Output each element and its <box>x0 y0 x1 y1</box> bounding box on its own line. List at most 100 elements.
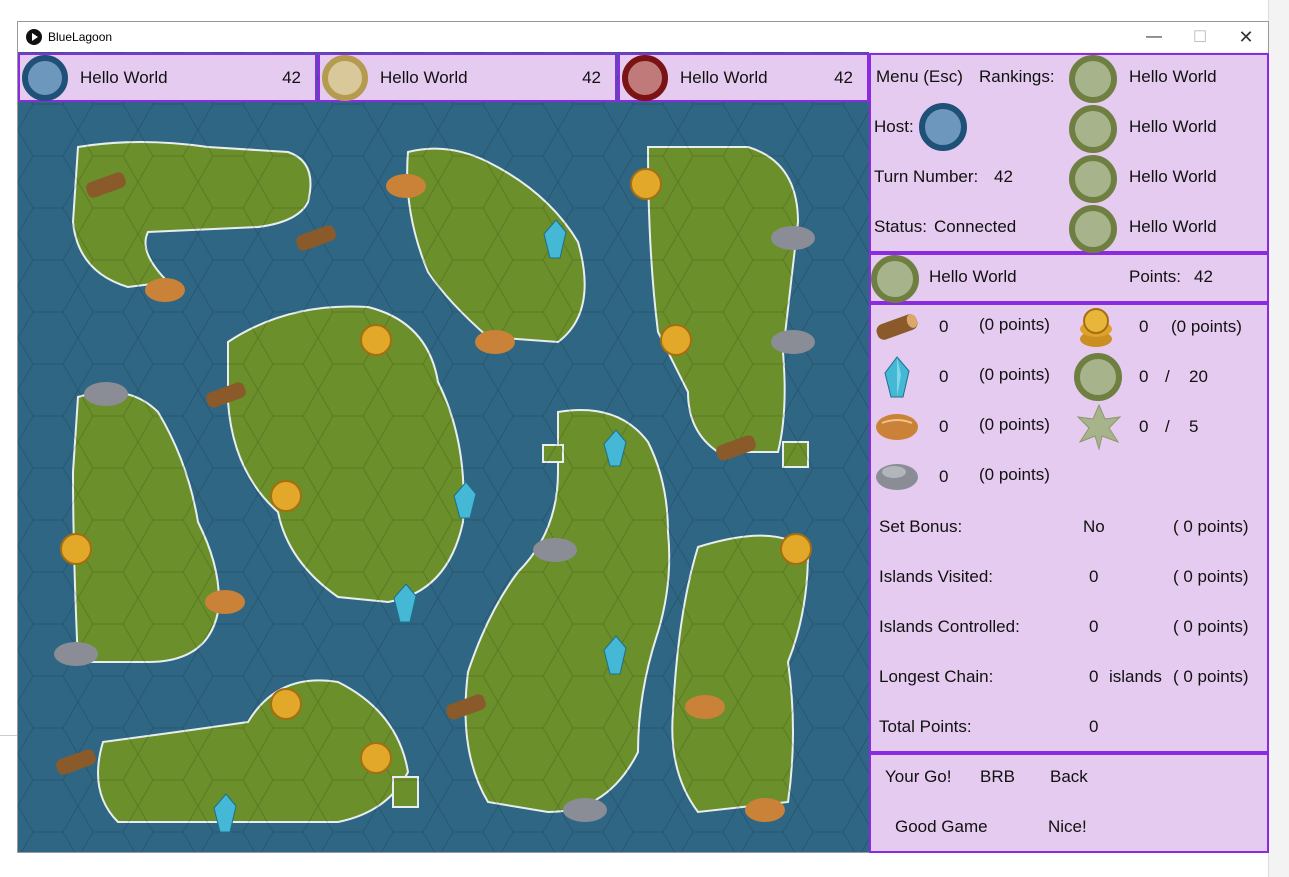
player-1-score: 42 <box>282 67 301 87</box>
player-card-3: Hello World 42 <box>618 53 869 102</box>
statuette-icon <box>884 356 910 398</box>
ranking-2-avatar <box>1069 105 1117 153</box>
ranking-4-avatar <box>1069 205 1117 253</box>
current-player-name: Hello World <box>929 267 1017 286</box>
village-icon <box>1076 403 1122 451</box>
coconut-icon <box>660 324 692 356</box>
coconut-icon <box>60 533 92 565</box>
rankings-label: Rankings: <box>979 67 1055 86</box>
points-value: 42 <box>1194 267 1213 286</box>
bamboo-icon <box>685 695 725 719</box>
game-info-panel: Menu (Esc) Rankings: Host: Turn Number: … <box>869 53 1269 253</box>
chat-back-button[interactable]: Back <box>1050 767 1088 787</box>
status-value: Connected <box>934 217 1017 236</box>
bamboo-icon <box>386 174 426 198</box>
settlers-count: 0 <box>1139 367 1149 386</box>
bamboo-icon <box>876 414 918 440</box>
host-avatar <box>919 103 967 151</box>
status-label: Status: <box>874 217 927 236</box>
villages-max: 5 <box>1189 417 1199 436</box>
stone-icon <box>771 226 815 250</box>
stone-icon <box>84 382 128 406</box>
background-window-fragment <box>0 735 17 795</box>
app-icon <box>26 29 42 45</box>
chat-good-game-button[interactable]: Good Game <box>895 817 988 837</box>
islands-visited-points: ( 0 points) <box>1173 567 1249 586</box>
settlers-slash: / <box>1165 367 1170 386</box>
turn-number-label: Turn Number: <box>874 167 979 186</box>
timber-icon <box>876 314 918 340</box>
stone-icon <box>771 330 815 354</box>
coconut-icon <box>1080 308 1112 347</box>
game-window: BlueLagoon — ☐ ✕ Hello World 42 Hello Wo… <box>17 21 1269 853</box>
statuette-count: 0 <box>939 367 949 386</box>
coconut-icon <box>780 533 812 565</box>
current-player-panel: Hello World Points: 42 <box>869 253 1269 303</box>
chat-your-go-button[interactable]: Your Go! <box>885 767 951 787</box>
player-1-avatar <box>22 54 68 101</box>
resource-stats-panel: 0 (0 points) 0 (0 points) 0 (0 points) 0… <box>869 303 1269 753</box>
player-2-name: Hello World <box>380 67 468 87</box>
ranking-2-name: Hello World <box>1129 117 1217 136</box>
ranking-4-name: Hello World <box>1129 217 1217 236</box>
villages-slash: / <box>1165 417 1170 436</box>
turn-number-value: 42 <box>994 167 1013 186</box>
set-bonus-value: No <box>1083 517 1105 536</box>
maximize-button[interactable]: ☐ <box>1177 22 1223 52</box>
minimize-button[interactable]: — <box>1131 22 1177 52</box>
chat-brb-button[interactable]: BRB <box>980 767 1015 787</box>
bamboo-icon <box>145 278 185 302</box>
coconut-icon <box>270 688 302 720</box>
menu-button[interactable]: Menu (Esc) <box>876 67 963 87</box>
title-bar[interactable]: BlueLagoon — ☐ ✕ <box>18 22 1268 52</box>
player-2-avatar <box>322 54 368 101</box>
quick-chat-panel: Your Go! BRB Back Good Game Nice! <box>869 753 1269 853</box>
ranking-1-name: Hello World <box>1129 67 1217 86</box>
bamboo-icon <box>475 330 515 354</box>
timber-count: 0 <box>939 317 949 336</box>
islands-visited-value: 0 <box>1089 567 1099 586</box>
chat-nice-button[interactable]: Nice! <box>1048 817 1087 837</box>
player-1-name: Hello World <box>80 67 168 87</box>
set-bonus-points: ( 0 points) <box>1173 517 1249 536</box>
longest-chain-value: 0 <box>1089 667 1099 686</box>
coconut-icon <box>270 480 302 512</box>
islands-controlled-points: ( 0 points) <box>1173 617 1249 636</box>
ranking-3-avatar <box>1069 155 1117 203</box>
board-map[interactable] <box>18 52 869 852</box>
player-3-score: 42 <box>834 67 853 87</box>
timber-points: (0 points) <box>979 315 1050 334</box>
bamboo-count: 0 <box>939 417 949 436</box>
coconut-points: (0 points) <box>1171 317 1242 336</box>
points-label: Points: <box>1129 267 1181 286</box>
settler-icon <box>1074 353 1122 401</box>
bamboo-points: (0 points) <box>979 415 1050 434</box>
window-title: BlueLagoon <box>48 30 113 44</box>
stone-icon <box>54 642 98 666</box>
player-2-score: 42 <box>582 67 601 87</box>
coconut-icon <box>360 324 392 356</box>
stone-points: (0 points) <box>979 465 1050 484</box>
background-window-fragment <box>1268 0 1289 877</box>
stone-count: 0 <box>939 467 949 486</box>
player-3-name: Hello World <box>680 67 768 87</box>
settlers-max: 20 <box>1189 367 1208 386</box>
game-board[interactable] <box>18 52 869 852</box>
longest-chain-points: ( 0 points) <box>1173 667 1249 686</box>
set-bonus-label: Set Bonus: <box>879 517 963 536</box>
ranking-3-name: Hello World <box>1129 167 1217 186</box>
current-player-avatar <box>871 255 919 303</box>
statuette-points: (0 points) <box>979 365 1050 384</box>
coconut-icon <box>630 168 662 200</box>
player-3-avatar <box>622 54 668 101</box>
total-points-label: Total Points: <box>879 717 972 736</box>
islands-controlled-label: Islands Controlled: <box>879 617 1020 636</box>
total-points-value: 0 <box>1089 717 1099 736</box>
coconut-icon <box>360 742 392 774</box>
player-card-1: Hello World 42 <box>18 53 317 102</box>
host-label: Host: <box>874 117 914 136</box>
coconut-count: 0 <box>1139 317 1149 336</box>
close-button[interactable]: ✕ <box>1223 22 1269 52</box>
stone-icon <box>876 464 918 490</box>
ranking-1-avatar <box>1069 55 1117 103</box>
